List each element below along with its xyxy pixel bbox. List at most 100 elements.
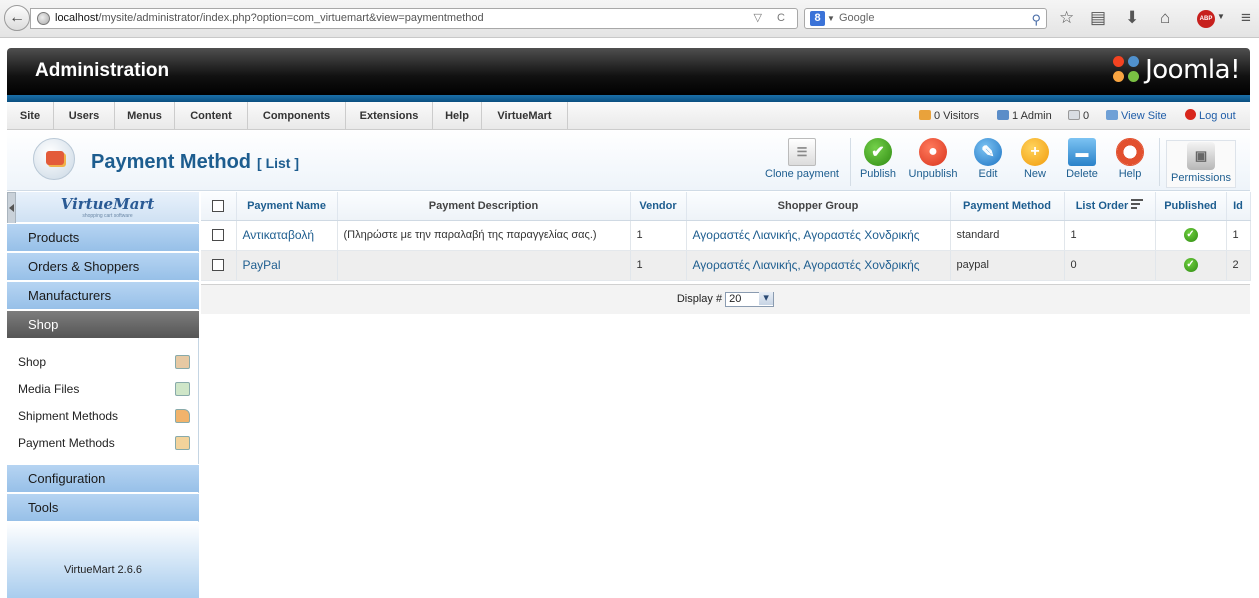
menu-help[interactable]: Help [433,102,482,130]
display-count-label: Display # [676,293,723,305]
lifebuoy-icon [1116,138,1144,166]
column-list-order[interactable]: List Order [1064,192,1156,221]
monitor-icon [1106,110,1118,120]
sidebar-section-products[interactable]: Products [7,223,199,251]
payment-name-link[interactable]: PayPal [236,250,338,281]
adblock-icon[interactable]: ABP [1197,10,1215,28]
row-checkbox[interactable] [212,229,225,242]
bookmark-star-icon[interactable]: ☆ [1059,8,1074,28]
shop-icon [175,355,190,369]
sidebar-section-shop[interactable]: Shop [7,310,199,338]
sidebar-item-media-files[interactable]: Media Files [18,379,190,399]
menu-menus[interactable]: Menus [115,102,175,130]
payment-description: (Πληρώστε με την παραλαβή της παραγγελία… [337,220,631,251]
row-checkbox[interactable] [212,259,225,272]
column-published[interactable]: Published [1155,192,1227,221]
shopper-group-value: Αγοραστές Λιανικής, Αγοραστές Χονδρικής [686,220,951,251]
publish-button[interactable]: ✔ Publish [857,138,899,188]
payment-icon [175,436,190,450]
new-label: New [1023,168,1046,180]
lock-icon: ▣ [1187,142,1215,170]
shopper-group-value: Αγοραστές Λιανικής, Αγοραστές Χονδρικής [686,250,951,281]
chevron-down-icon[interactable]: ▼ [1217,12,1225,21]
back-arrow-icon[interactable]: ← [4,5,30,31]
sidebar-item-shipment-methods[interactable]: Shipment Methods [18,406,190,426]
url-path: /mysite/administrator/index.php?option=c… [98,12,484,24]
new-button[interactable]: + New [1018,138,1052,188]
menu-users[interactable]: Users [54,102,115,130]
admins-count: 1 Admin [1012,110,1052,122]
sidebar-section-configuration[interactable]: Configuration [7,464,199,492]
reading-list-icon[interactable]: ▤ [1090,8,1106,28]
menu-content[interactable]: Content [175,102,248,130]
payment-method-icon [33,138,75,180]
admin-user-icon [997,110,1009,120]
select-all-checkbox[interactable] [212,199,225,212]
clone-label: Clone payment [765,168,839,180]
logout-icon [1185,109,1196,120]
save-order-icon[interactable] [1131,199,1144,211]
column-payment-name[interactable]: Payment Name [236,192,338,221]
chevron-down-icon[interactable]: ▼ [827,9,835,28]
view-site-label: View Site [1121,110,1167,122]
published-cell: ✓ [1155,250,1227,281]
menu-icon[interactable]: ≡ [1241,8,1251,28]
logout-link[interactable]: Log out [1185,102,1236,130]
admins-status: 1 Admin [997,102,1052,130]
payment-name-link[interactable]: Αντικαταβολή [236,220,338,251]
view-site-link[interactable]: View Site [1106,102,1167,130]
virtuemart-logo-sub: shopping cart software [82,213,133,219]
delete-button[interactable]: ▬ Delete [1063,138,1101,188]
payment-method-value: paypal [950,250,1065,281]
display-count-select[interactable]: 20 [725,291,775,307]
logout-label: Log out [1199,110,1236,122]
plus-icon: + [1021,138,1049,166]
menu-virtuemart[interactable]: VirtueMart [482,102,568,130]
list-order-label: List Order [1075,200,1129,213]
joomla-mark-icon [1113,56,1141,84]
menu-site[interactable]: Site [7,102,54,130]
published-check-icon[interactable]: ✓ [1183,228,1198,242]
permissions-button-content[interactable]: ▣ Permissions [1167,142,1235,192]
sidebar-item-payment-methods[interactable]: Payment Methods [18,433,190,453]
site-identity-icon[interactable] [37,12,50,25]
menu-extensions[interactable]: Extensions [346,102,433,130]
browser-toolbar: ← localhost/mysite/administrator/index.p… [0,0,1259,38]
menu-components[interactable]: Components [248,102,346,130]
search-input[interactable]: 8 ▼ Google ⚲ [804,8,1047,29]
sidebar-footer [7,522,199,598]
collapse-sidebar-icon[interactable] [7,192,16,224]
column-payment-method[interactable]: Payment Method [950,192,1065,221]
search-icon[interactable]: ⚲ [1031,10,1041,29]
home-icon[interactable]: ⌂ [1160,8,1170,28]
sidebar-item-shop[interactable]: Shop [18,352,190,372]
sidebar-item-label: Payment Methods [18,436,115,450]
column-id[interactable]: Id [1226,192,1251,221]
reload-icon[interactable]: ▽ C [754,9,791,28]
search-placeholder: Google [839,12,875,24]
address-bar[interactable]: localhost/mysite/administrator/index.php… [30,8,798,29]
published-check-icon[interactable]: ✓ [1183,258,1198,272]
sidebar-section-tools[interactable]: Tools [7,493,199,521]
trash-icon: ▬ [1068,138,1096,166]
messages-status[interactable]: 0 [1068,102,1089,130]
download-icon[interactable]: ⬇ [1125,8,1139,28]
sidebar-section-manufacturers[interactable]: Manufacturers [7,281,199,309]
unpublish-button[interactable]: ● Unpublish [906,138,960,188]
search-engine-icon[interactable]: 8 [810,11,825,26]
sidebar-section-orders[interactable]: Orders & Shoppers [7,252,199,280]
column-shopper-group: Shopper Group [686,192,951,221]
page-toolbar: Payment Method [ List ] ☰ Clone payment ✔… [7,130,1250,191]
select-all-checkbox-cell [201,192,237,221]
column-vendor[interactable]: Vendor [630,192,687,221]
edit-button[interactable]: ✎ Edit [970,138,1006,188]
published-cell: ✓ [1155,220,1227,251]
clone-payment-button[interactable]: ☰ Clone payment [762,138,842,188]
joomla-brand-text: Joomla! [1145,55,1240,85]
media-files-icon [175,382,190,396]
id-value: 2 [1226,250,1251,281]
help-button[interactable]: Help [1113,138,1147,188]
payment-method-value: standard [950,220,1065,251]
table-header-row: Payment Name Payment Description Vendor … [201,192,1251,221]
messages-icon[interactable] [1068,110,1080,120]
